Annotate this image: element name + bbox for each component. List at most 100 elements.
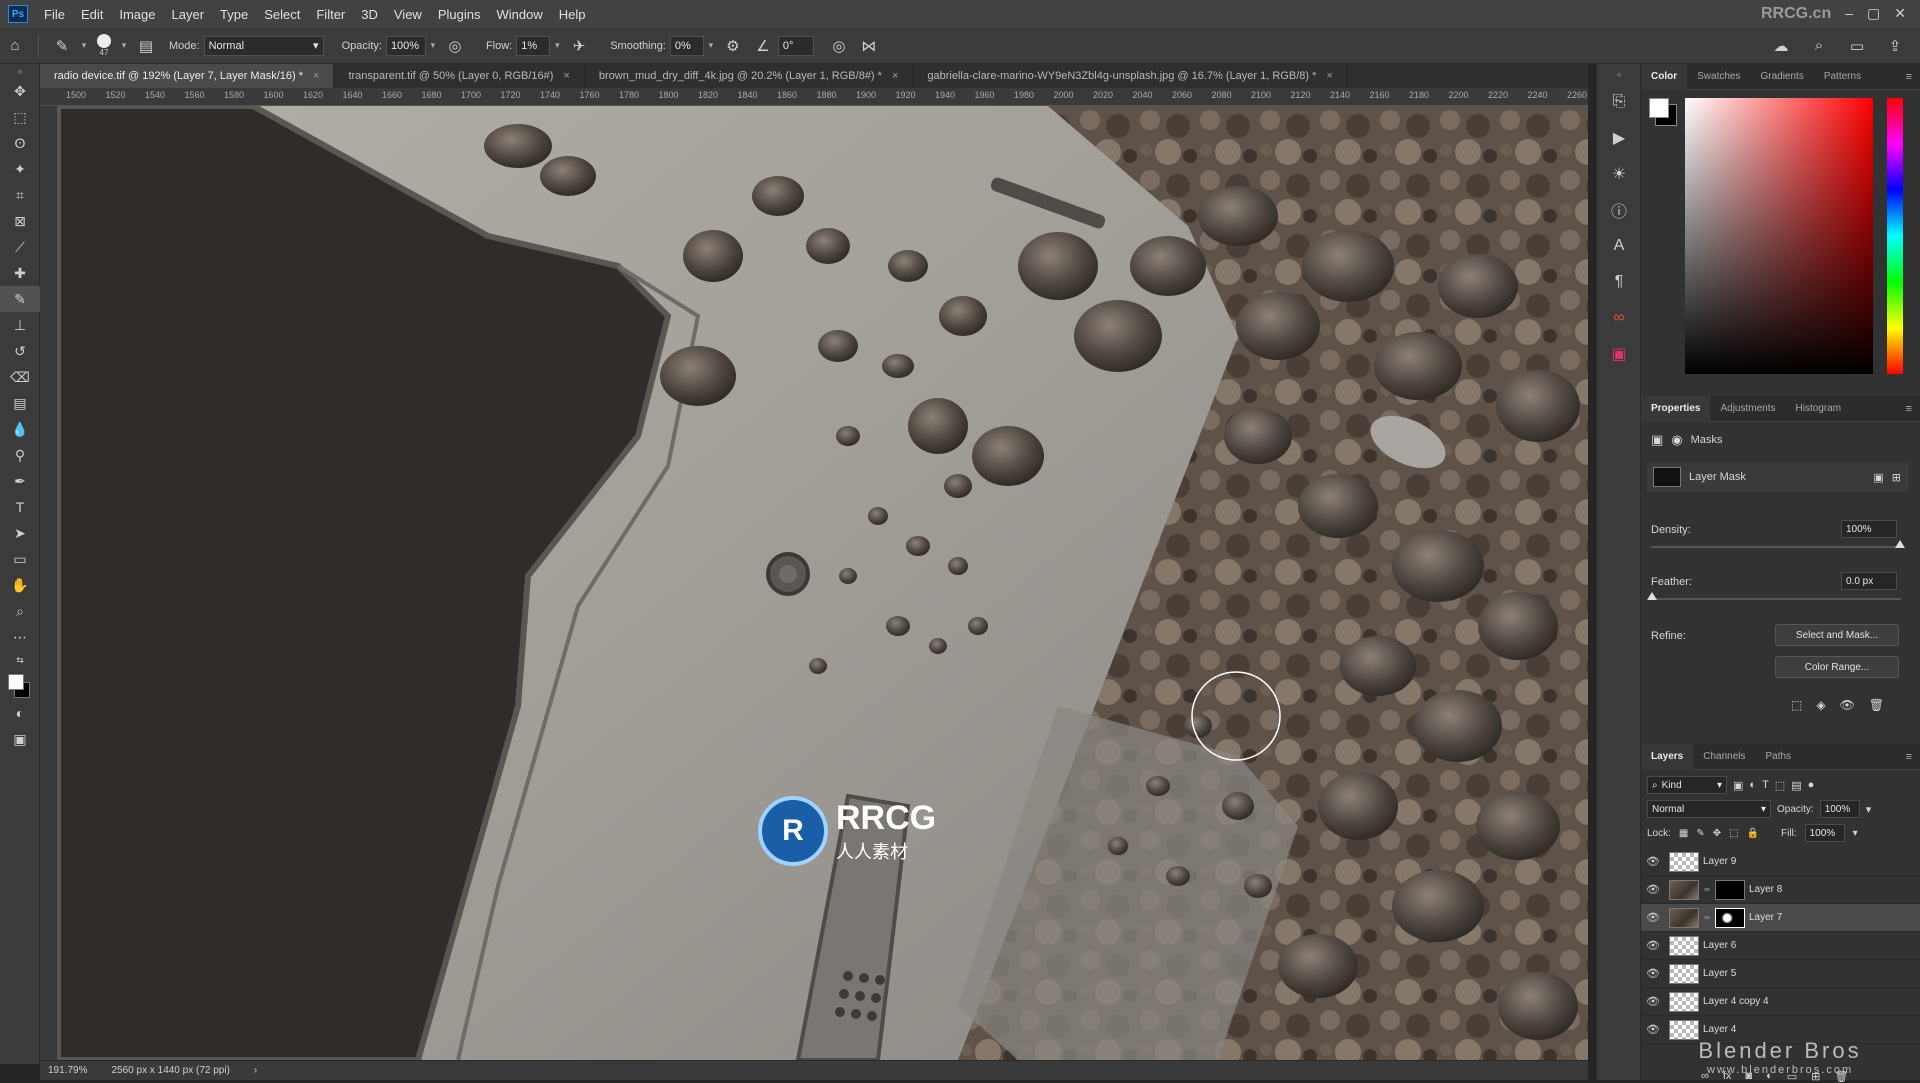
symmetry-icon[interactable]: ⋈ [858,35,880,57]
tab-brown-mud[interactable]: brown_mud_dry_diff_4k.jpg @ 20.2% (Layer… [585,64,914,88]
marquee-tool-icon[interactable]: ⬚ [0,104,40,130]
feather-slider-thumb[interactable] [1647,592,1657,600]
move-tool-icon[interactable]: ✥ [0,78,40,104]
eye-icon[interactable]: 👁 [1641,855,1665,868]
eye-icon[interactable]: 👁 [1641,939,1665,952]
chevron-down-icon[interactable]: ▾ [550,40,564,51]
fill-input[interactable]: 100% [1804,824,1845,842]
eyedropper-tool-icon[interactable]: ⟋ [0,234,40,260]
layer-mask-thumbnail[interactable] [1715,879,1745,900]
menu-edit[interactable]: Edit [73,7,111,22]
eye-icon[interactable]: 👁 [1641,1023,1665,1036]
collapse-icon[interactable]: « [1597,64,1641,84]
layer-row-selected[interactable]: 👁 ∞ Layer 7 [1641,904,1920,932]
vector-mask-add-icon[interactable]: ⊞ [1892,471,1901,484]
menu-type[interactable]: Type [212,7,256,22]
share-cloud-icon[interactable]: ☁ [1770,35,1792,57]
layer-filter-select[interactable]: ⌕ Kind ▾ [1647,776,1727,794]
stamp-tool-icon[interactable]: ⊥ [0,312,40,338]
filter-toggle-icon[interactable]: ● [1808,779,1815,791]
mode-select[interactable]: Normal ▾ [203,35,324,56]
eye-icon[interactable]: 👁 [1641,911,1665,924]
menu-plugins[interactable]: Plugins [430,7,489,22]
select-and-mask-button[interactable]: Select and Mask... [1775,624,1899,646]
vector-mask-icon[interactable]: ◉ [1671,432,1682,448]
magic-wand-tool-icon[interactable]: ✦ [0,156,40,182]
chevron-down-icon[interactable]: ▾ [117,40,131,51]
lock-transparent-icon[interactable]: ▦ [1679,828,1688,839]
apply-mask-icon[interactable]: ▣ [1873,471,1883,484]
lock-artboard-icon[interactable]: ⬚ [1729,828,1738,839]
menu-image[interactable]: Image [111,7,163,22]
layer-mask-row[interactable]: Layer Mask ▣ ⊞ [1647,462,1909,492]
eraser-tool-icon[interactable]: ⌫ [0,364,40,390]
gradient-tool-icon[interactable]: ▤ [0,390,40,416]
close-icon[interactable]: × [563,70,569,82]
blur-tool-icon[interactable]: 💧 [0,416,40,442]
feather-slider[interactable] [1651,598,1901,600]
chevron-right-icon[interactable]: › [254,1065,257,1076]
chevron-down-icon[interactable]: ▾ [1866,803,1872,816]
tab-radio-device[interactable]: radio device.tif @ 192% (Layer 7, Layer … [40,64,335,88]
menu-3d[interactable]: 3D [353,7,386,22]
brush-tool-icon[interactable]: ✎ [51,35,73,57]
brush-tool-icon[interactable]: ✎ [0,286,40,312]
healing-tool-icon[interactable]: ✚ [0,260,40,286]
layer-row[interactable]: 👁 Layer 6 [1641,932,1920,960]
density-slider-thumb[interactable] [1895,540,1905,548]
actions-play-icon[interactable]: ▶ [1597,120,1641,156]
lasso-tool-icon[interactable]: ʘ [0,130,40,156]
zoom-level[interactable]: 191.79% [48,1065,87,1076]
crop-tool-icon[interactable]: ⌗ [0,182,40,208]
tab-adjustments[interactable]: Adjustments [1710,396,1785,422]
history-brush-tool-icon[interactable]: ↺ [0,338,40,364]
menu-layer[interactable]: Layer [164,7,213,22]
lock-image-icon[interactable]: ✎ [1696,828,1704,839]
filter-type-icon[interactable]: T [1762,779,1769,791]
add-mask-icon[interactable]: ◙ [1745,1070,1752,1083]
close-icon[interactable]: × [313,70,319,82]
flow-input[interactable]: 1% [516,35,551,56]
menu-view[interactable]: View [386,7,430,22]
chevron-down-icon[interactable]: ▾ [1853,828,1858,839]
brightness-icon[interactable]: ☀ [1597,156,1641,192]
density-input[interactable]: 100% [1841,520,1897,538]
hand-tool-icon[interactable]: ✋ [0,572,40,598]
tab-histogram[interactable]: Histogram [1786,396,1852,422]
tab-layers[interactable]: Layers [1641,743,1694,770]
menu-window[interactable]: Window [488,7,550,22]
frame-tool-icon[interactable]: ⊠ [0,208,40,234]
link-layers-icon[interactable]: ∞ [1701,1070,1709,1083]
type-tool-icon[interactable]: T [0,494,40,520]
swap-colors-icon[interactable]: ⇆ [0,650,40,670]
tab-patterns[interactable]: Patterns [1814,64,1871,90]
foreground-color-swatch[interactable] [1649,98,1669,118]
layer-opacity-input[interactable]: 100% [1819,800,1860,818]
new-adjustment-icon[interactable]: ◐ [1766,1070,1773,1083]
link-icon[interactable]: ∞ [1703,913,1711,922]
minimize-icon[interactable]: – [1845,5,1853,23]
fx-icon[interactable]: fx [1723,1070,1732,1083]
share-icon[interactable]: ⇪ [1884,35,1906,57]
density-slider[interactable] [1651,546,1901,548]
tab-transparent[interactable]: transparent.tif @ 50% (Layer 0, RGB/16#)… [334,64,585,88]
tab-color[interactable]: Color [1641,63,1688,90]
panel-menu-icon[interactable]: ≡ [1906,71,1912,83]
history-icon[interactable]: ⎘ [1597,84,1641,120]
brush-settings-icon[interactable]: ▤ [135,35,157,57]
close-icon[interactable]: ✕ [1894,5,1906,23]
hue-slider[interactable] [1887,98,1903,374]
visibility-icon[interactable]: 👁 [1840,698,1855,712]
path-selection-tool-icon[interactable]: ➤ [0,520,40,546]
tab-swatches[interactable]: Swatches [1687,64,1750,90]
screen-mode-icon[interactable]: ▣ [0,726,40,752]
close-icon[interactable]: × [892,70,898,82]
menu-file[interactable]: File [36,7,73,22]
lock-all-icon[interactable]: 🔒 [1747,828,1759,839]
paragraph-icon[interactable]: ¶ [1597,264,1641,300]
dodge-tool-icon[interactable]: ⚲ [0,442,40,468]
brush-preset-picker[interactable]: 47 [97,34,111,57]
color-range-button[interactable]: Color Range... [1775,656,1899,678]
filter-adjustment-icon[interactable]: ◐ [1749,779,1756,791]
gear-icon[interactable]: ⚙ [722,35,744,57]
